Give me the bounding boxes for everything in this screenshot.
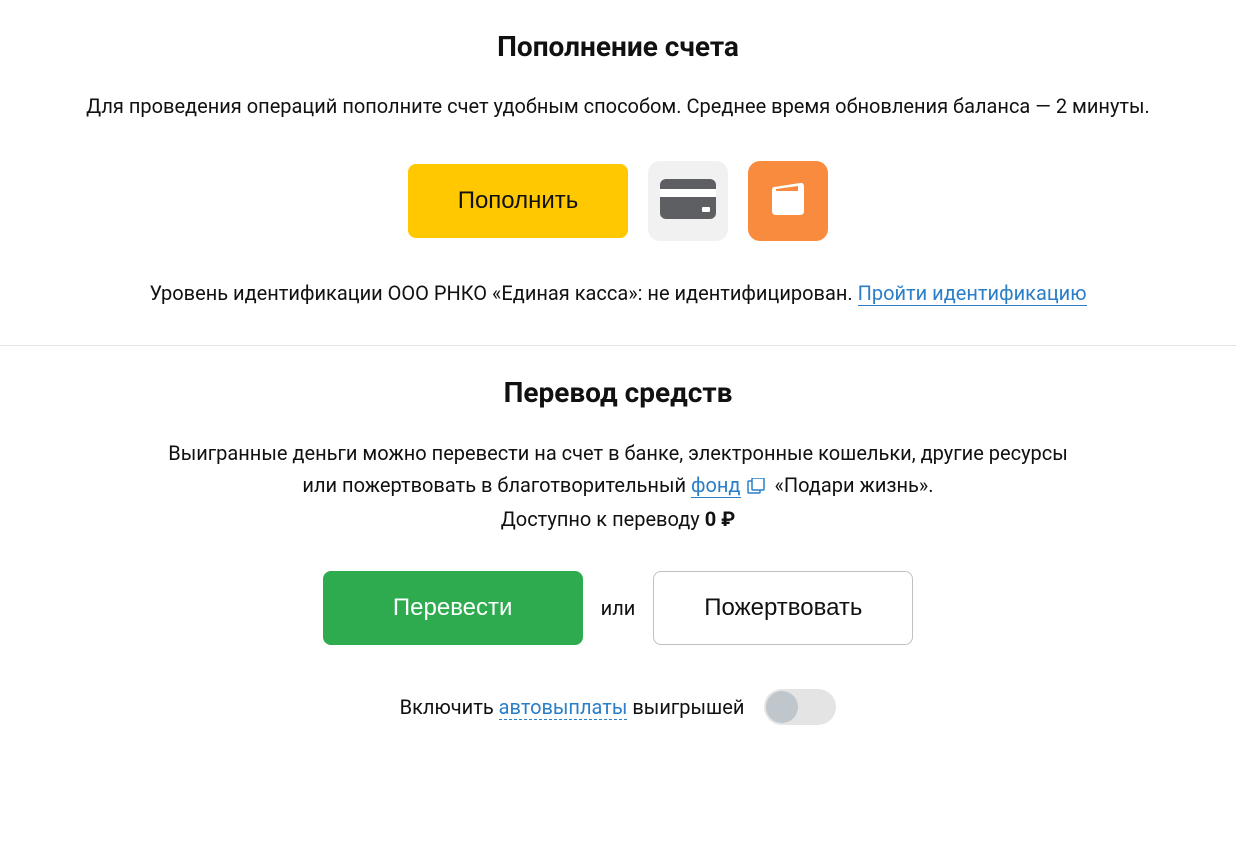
transfer-desc-line2-after: «Подари жизнь». xyxy=(774,473,933,497)
autopay-label: Включить автовыплаты выигрышей xyxy=(400,695,745,719)
toggle-knob xyxy=(766,691,798,723)
topup-actions: Пополнить xyxy=(20,161,1216,241)
or-separator: или xyxy=(601,596,636,620)
transfer-button[interactable]: Перевести xyxy=(323,571,583,645)
donate-button[interactable]: Пожертвовать xyxy=(653,571,913,645)
wallet-icon-tile[interactable] xyxy=(748,161,828,241)
autopay-toggle[interactable] xyxy=(764,689,836,725)
wallet-icon xyxy=(764,175,812,227)
topup-title: Пополнение счета xyxy=(20,30,1216,63)
transfer-section: Перевод средств Выигранные деньги можно … xyxy=(0,346,1236,765)
autopay-link[interactable]: автовыплаты xyxy=(499,695,628,720)
autopay-before: Включить xyxy=(400,695,499,719)
identity-status-text: Уровень идентификации ООО РНКО «Единая к… xyxy=(149,281,857,305)
transfer-desc-line1: Выигранные деньги можно перевести на сче… xyxy=(168,441,1068,465)
topup-description: Для проведения операций пополните счет у… xyxy=(20,91,1216,121)
available-label: Доступно к переводу xyxy=(501,507,705,531)
credit-card-icon xyxy=(660,179,716,223)
autopay-row: Включить автовыплаты выигрышей xyxy=(20,689,1216,725)
card-icon-tile[interactable] xyxy=(648,161,728,241)
identity-status: Уровень идентификации ООО РНКО «Единая к… xyxy=(20,281,1216,305)
transfer-description: Выигранные деньги можно перевести на сче… xyxy=(20,437,1216,535)
identity-link[interactable]: Пройти идентификацию xyxy=(858,281,1087,306)
transfer-actions: Перевести или Пожертвовать xyxy=(20,571,1216,645)
fund-link[interactable]: фонд xyxy=(691,473,741,498)
topup-section: Пополнение счета Для проведения операций… xyxy=(0,0,1236,345)
transfer-title: Перевод средств xyxy=(20,376,1216,409)
topup-button[interactable]: Пополнить xyxy=(408,164,628,238)
transfer-desc-line2-before: или пожертвовать в благотворительный xyxy=(302,473,691,497)
autopay-after: выигрышей xyxy=(627,695,744,719)
available-value: 0 ₽ xyxy=(705,507,736,531)
external-link-icon xyxy=(747,471,765,503)
